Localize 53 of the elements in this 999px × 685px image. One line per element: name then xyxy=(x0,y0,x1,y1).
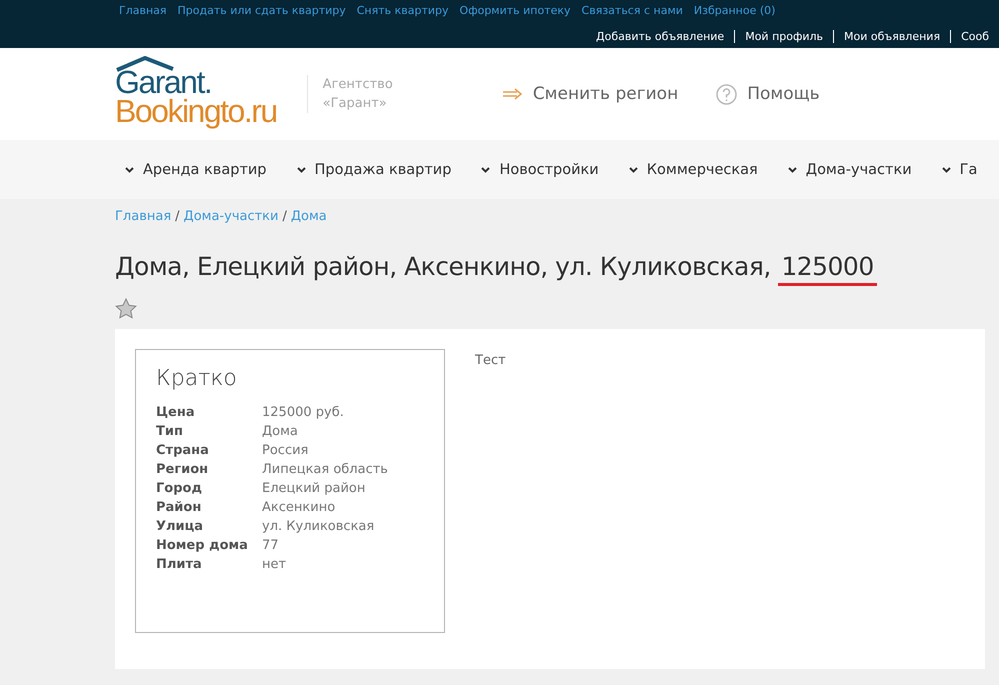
field-value: 77 xyxy=(262,538,280,553)
field-value: Липецкая область xyxy=(262,462,389,477)
top-nav-link[interactable]: Снять квартиру xyxy=(356,4,449,24)
field-value: Аксенкино xyxy=(262,500,336,515)
agency-text: «Гарант» xyxy=(322,95,388,113)
favorite-star-icon[interactable] xyxy=(115,298,137,319)
chevron-down-icon xyxy=(788,166,797,172)
top-nav-link[interactable]: Избранное (0) xyxy=(694,4,776,24)
chevron-down-icon xyxy=(296,166,306,172)
user-menu-link[interactable]: Добавить объявление xyxy=(586,30,734,43)
logo-text: Garant. xyxy=(115,68,212,97)
field-label: Город xyxy=(156,481,203,496)
field-value: нет xyxy=(262,557,288,572)
top-nav-link[interactable]: Продать или сдать квартиру xyxy=(178,4,346,24)
top-nav-link[interactable]: Главная xyxy=(119,4,167,24)
change-region-link[interactable]: Сменить регион xyxy=(502,84,678,104)
summary-heading: Кратко xyxy=(156,366,238,391)
field-label: Улица xyxy=(156,519,204,534)
user-menu-link[interactable]: Мой профиль xyxy=(734,30,834,43)
nav-menu-item[interactable]: Аренда квартир xyxy=(125,162,267,178)
nav-menu-item[interactable]: Га xyxy=(942,162,978,178)
field-label: Страна xyxy=(156,443,210,458)
field-label: Регион xyxy=(156,462,210,477)
chevron-down-icon xyxy=(481,166,490,172)
field-value: ул. Куликовская xyxy=(262,519,376,534)
nav-menu-item[interactable]: Дома-участки xyxy=(788,162,912,178)
nav-menu-item[interactable]: Новостройки xyxy=(481,162,599,178)
user-menu-link[interactable]: Мои объявления xyxy=(833,30,950,43)
chevron-down-icon xyxy=(942,166,951,172)
chevron-down-icon xyxy=(125,166,134,172)
nav-menu-item[interactable]: Коммерческая xyxy=(628,162,758,178)
field-label: Номер дома xyxy=(156,538,249,553)
top-nav-link[interactable]: Оформить ипотеку xyxy=(460,4,571,24)
field-value: 125000 руб. xyxy=(262,405,345,420)
page-title: Дома, Елецкий район, Аксенкино, ул. Куликовская, 125000 xyxy=(115,250,999,290)
breadcrumb-separator: / xyxy=(175,209,180,224)
field-label: Тип xyxy=(156,424,184,439)
arrow-right-icon xyxy=(502,88,523,100)
field-label: Цена xyxy=(156,405,196,420)
top-nav-link[interactable]: Связаться с нами xyxy=(582,4,683,24)
description-text: Тест xyxy=(475,353,506,368)
agency-text: Агентство xyxy=(322,76,393,94)
breadcrumb-separator: / xyxy=(282,209,287,224)
field-label: Плита xyxy=(156,557,203,572)
help-icon xyxy=(716,84,738,104)
field-value: Дома xyxy=(262,424,299,439)
nav-menu-item[interactable]: Продажа квартир xyxy=(296,162,452,178)
field-value: Елецкий район xyxy=(262,481,366,496)
field-label: Район xyxy=(156,500,202,515)
help-link[interactable]: Помощь xyxy=(716,84,820,104)
chevron-down-icon xyxy=(628,166,638,172)
field-value: Россия xyxy=(262,443,310,458)
user-menu-link[interactable]: Сооб xyxy=(950,30,999,43)
